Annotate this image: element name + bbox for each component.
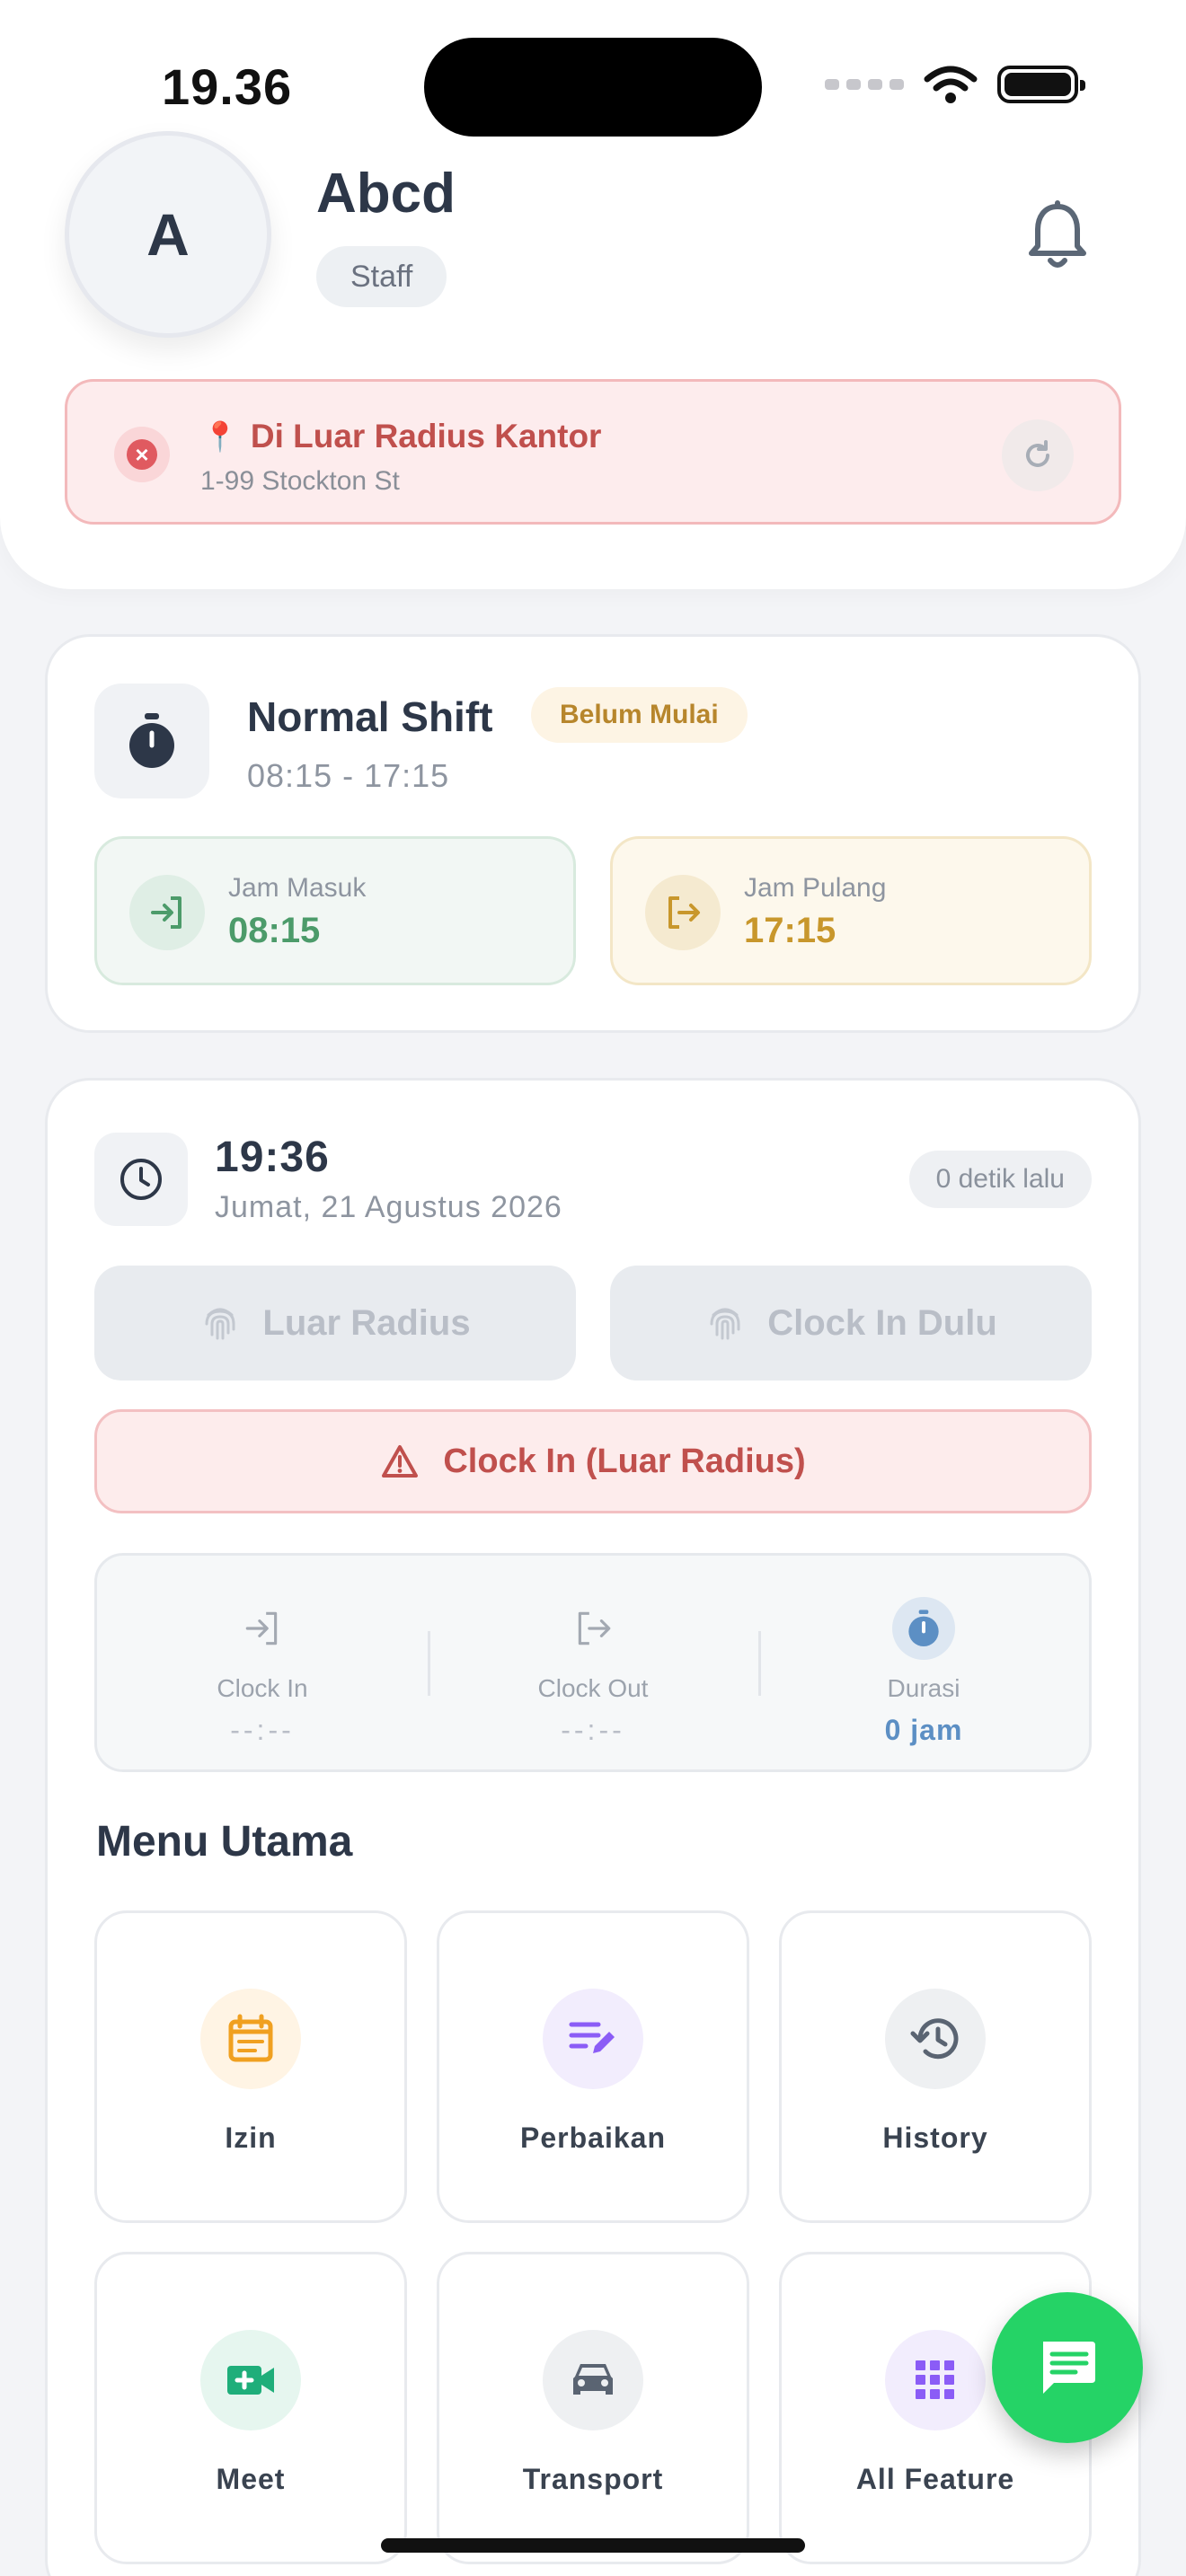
menu-item-label: All Feature <box>855 2463 1015 2495</box>
menu-item-label: History <box>882 2122 988 2154</box>
refresh-location-button[interactable] <box>1002 419 1074 491</box>
menu-item-meet[interactable]: Meet <box>94 2252 407 2564</box>
logout-icon <box>645 875 721 950</box>
clock-in-outside-radius-button[interactable]: Clock In (Luar Radius) <box>94 1409 1092 1513</box>
status-time: 19.36 <box>162 58 293 115</box>
summary-clock-out-label: Clock Out <box>537 1674 649 1702</box>
location-title-row: 📍 Di Luar Radius Kantor <box>202 418 601 455</box>
location-status-text: Di Luar Radius Kantor <box>250 418 602 454</box>
grid-icon <box>885 2330 986 2430</box>
calendar-note-icon <box>200 1989 301 2089</box>
chat-icon <box>1043 2342 1095 2394</box>
shift-card: Normal Shift Belum Mulai 08:15 - 17:15 J… <box>45 634 1141 1033</box>
summary-duration: Durasi 0 jam <box>758 1556 1089 1769</box>
notification-bell-icon[interactable] <box>1024 199 1091 271</box>
main-menu-title: Menu Utama <box>96 1818 353 1866</box>
summary-clock-in: Clock In --:-- <box>97 1556 428 1769</box>
menu-item-label: Transport <box>522 2463 664 2495</box>
summary-clock-in-label: Clock In <box>217 1674 308 1702</box>
clock-out-time: 17:15 <box>744 911 836 950</box>
login-icon <box>129 875 205 950</box>
clock-in-label: Jam Masuk <box>228 873 367 903</box>
menu-item-transport[interactable]: Transport <box>437 2252 749 2564</box>
clock-in-first-label: Clock In Dulu <box>767 1302 997 1343</box>
chat-fab-button[interactable] <box>992 2292 1143 2443</box>
warning-icon <box>382 1445 419 1478</box>
avatar[interactable]: A <box>65 131 271 338</box>
car-icon <box>543 2330 643 2430</box>
summary-clock-in-value: --:-- <box>230 1714 295 1746</box>
menu-item-izin[interactable]: Izin <box>94 1910 407 2223</box>
last-updated-badge: 0 detik lalu <box>908 1151 1092 1208</box>
stopwatch-icon <box>892 1597 955 1660</box>
summary-clock-out: Clock Out --:-- <box>428 1556 758 1769</box>
current-time: 19:36 <box>215 1134 330 1181</box>
current-date: Jumat, 21 Agustus 2026 <box>215 1190 562 1224</box>
fingerprint-icon <box>710 1308 740 1340</box>
summary-duration-value: 0 jam <box>884 1714 963 1746</box>
video-add-icon <box>200 2330 301 2430</box>
location-status-card: × 📍 Di Luar Radius Kantor 1-99 Stockton … <box>65 379 1121 525</box>
clock-icon <box>94 1133 188 1226</box>
menu-item-label: Perbaikan <box>520 2122 666 2154</box>
shift-hours: 08:15 - 17:15 <box>247 757 450 794</box>
stopwatch-icon <box>94 684 209 798</box>
battery-icon <box>997 66 1085 103</box>
menu-item-history[interactable]: History <box>779 1910 1092 2223</box>
home-indicator[interactable] <box>381 2538 805 2553</box>
shift-name: Normal Shift <box>247 693 493 740</box>
dynamic-island <box>424 38 762 137</box>
clock-out-time-box: Jam Pulang 17:15 <box>610 836 1092 985</box>
clock-in-time-box: Jam Masuk 08:15 <box>94 836 576 985</box>
map-pin-icon: 📍 <box>202 420 238 453</box>
cellular-signal-icon <box>825 79 904 90</box>
clock-in-first-button[interactable]: Clock In Dulu <box>610 1266 1092 1381</box>
outside-radius-button[interactable]: Luar Radius <box>94 1266 576 1381</box>
clock-out-label: Jam Pulang <box>744 873 887 903</box>
status-bar: 19.36 <box>0 0 1186 144</box>
clock-in-time: 08:15 <box>228 911 321 950</box>
role-badge: Staff <box>316 246 447 307</box>
outside-radius-label: Luar Radius <box>262 1302 471 1343</box>
main-menu-grid: Izin Perbaikan History Meet Transport Al… <box>94 1910 1092 2564</box>
login-icon <box>231 1597 294 1660</box>
fingerprint-icon <box>205 1308 235 1340</box>
menu-item-label: Izin <box>225 2122 277 2154</box>
location-address: 1-99 Stockton St <box>200 466 400 496</box>
shift-status-badge: Belum Mulai <box>531 687 748 743</box>
logout-icon <box>562 1597 624 1660</box>
menu-item-perbaikan[interactable]: Perbaikan <box>437 1910 749 2223</box>
attendance-summary: Clock In --:-- Clock Out --:-- Durasi 0 … <box>94 1553 1092 1772</box>
refresh-icon <box>1026 440 1049 467</box>
summary-clock-out-value: --:-- <box>561 1714 625 1746</box>
wifi-icon <box>924 66 978 103</box>
menu-item-label: Meet <box>216 2463 286 2495</box>
clock-in-outside-radius-label: Clock In (Luar Radius) <box>443 1442 806 1480</box>
user-name: Abcd <box>316 163 456 225</box>
attendance-card: 19:36 Jumat, 21 Agustus 2026 0 detik lal… <box>45 1078 1141 2576</box>
edit-list-icon <box>543 1989 643 2089</box>
error-icon: × <box>114 427 170 482</box>
summary-duration-label: Durasi <box>887 1674 960 1702</box>
history-icon <box>885 1989 986 2089</box>
